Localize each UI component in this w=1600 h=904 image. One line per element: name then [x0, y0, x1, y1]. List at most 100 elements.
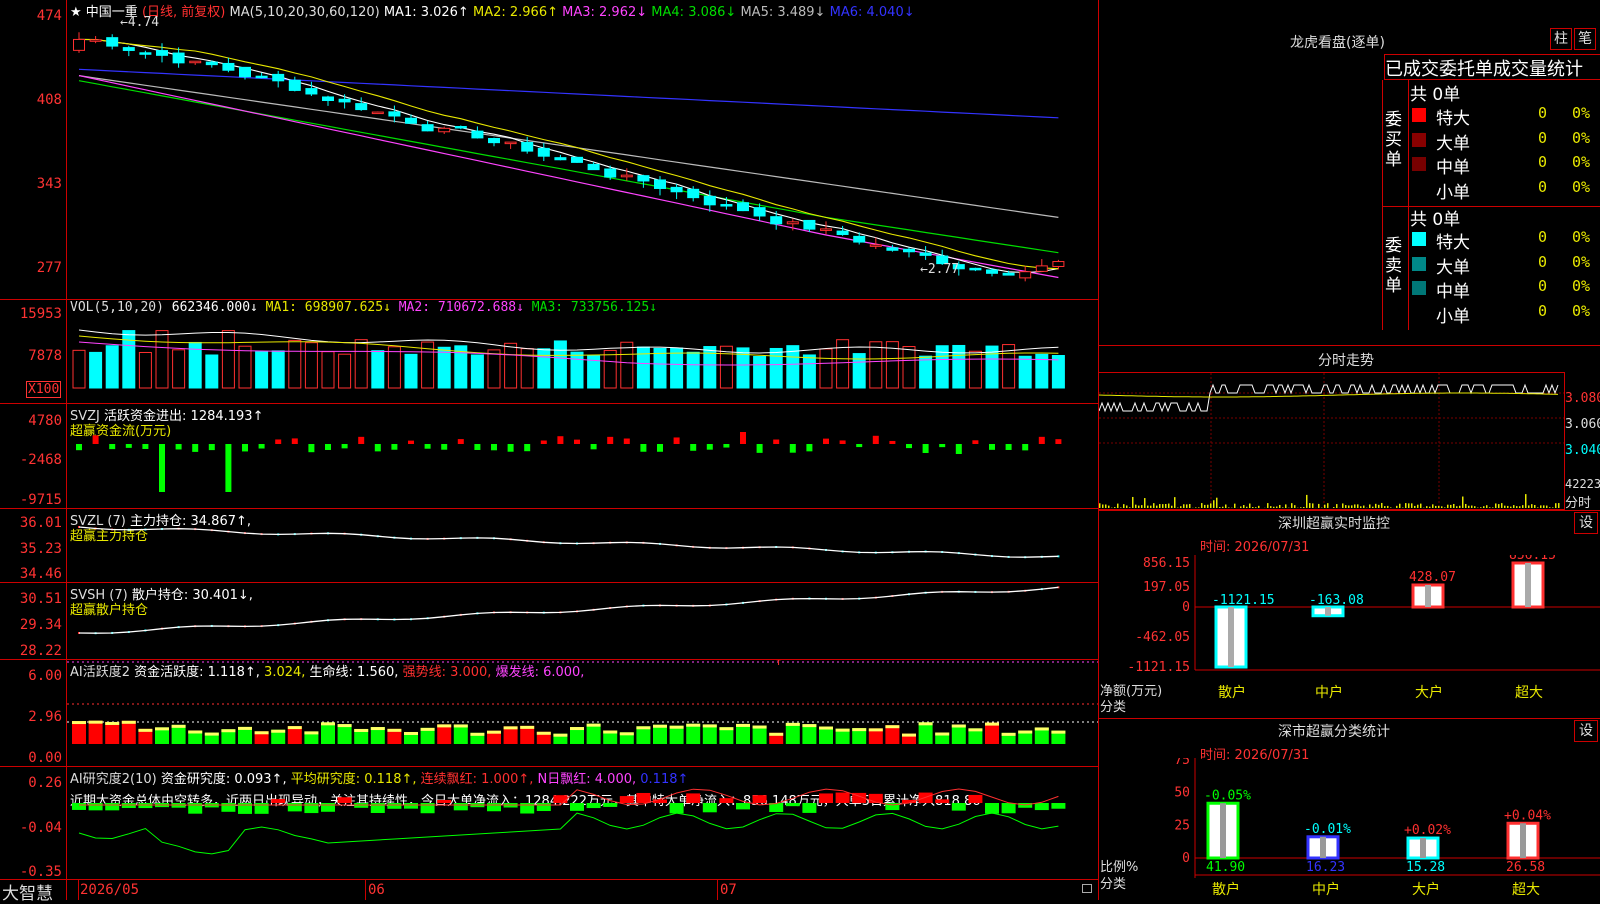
candle-body — [240, 67, 251, 76]
activity-cap — [719, 727, 733, 730]
cls-settings-button[interactable]: 设 — [1574, 720, 1598, 742]
intraday-vol-bar — [1525, 494, 1527, 508]
svzj-ytick-1: 4780 — [0, 413, 62, 429]
intraday-vol-bar — [1291, 503, 1293, 508]
candlestick-chart[interactable] — [67, 0, 1098, 299]
volume-bar — [870, 342, 882, 388]
sell-row-pct: 0% — [1572, 228, 1590, 246]
intraday-vol-bar — [1273, 507, 1275, 508]
intraday-vol-bar — [1474, 506, 1476, 508]
candle-body — [555, 158, 566, 160]
sz-bar-shade — [1425, 585, 1431, 607]
intraday-vol-bar — [1450, 505, 1452, 508]
candle-body — [688, 189, 699, 197]
candle-body — [1020, 272, 1031, 278]
vol-ytick-1: 15953 — [0, 306, 62, 322]
volume-bar — [272, 351, 284, 388]
cls-bar-shade — [1520, 823, 1526, 858]
activity-cap — [454, 724, 468, 727]
activity-cap — [786, 723, 800, 726]
intraday-vol-bar — [1102, 504, 1104, 508]
activity-cap — [1051, 731, 1065, 734]
cls-ytick: 0 — [1182, 851, 1190, 866]
activity-cap — [487, 731, 501, 734]
intraday-vol-bar — [1420, 504, 1422, 508]
buy-row-value: 0 — [1538, 178, 1547, 196]
flow-bar — [342, 444, 348, 448]
pen-mode-button[interactable]: 笔 — [1574, 28, 1596, 50]
intraday-vol-bar — [1156, 506, 1158, 508]
candle-body — [406, 118, 417, 123]
cls-value-label: 26.58 — [1506, 860, 1545, 875]
intraday-vol-bar — [1249, 504, 1251, 508]
fund-flow-chart[interactable] — [67, 404, 1098, 508]
intraday-price-2: 3.060 — [1565, 417, 1600, 432]
buy-color-swatch — [1412, 133, 1426, 147]
lock-icon[interactable] — [1082, 884, 1092, 893]
candle-body — [339, 99, 350, 102]
flow-bar — [607, 437, 613, 444]
flow-bar — [474, 444, 480, 450]
activity-cap — [736, 724, 750, 727]
bar-mode-button[interactable]: 柱 — [1550, 28, 1572, 50]
flow-bar — [1055, 439, 1061, 444]
cls-category-label: 中户 — [1312, 881, 1340, 898]
volume-chart[interactable] — [67, 300, 1098, 403]
cls-ratio-chart[interactable]: 7550250-0.05%41.90散户-0.01%16.23中户+0.02%1… — [1098, 758, 1600, 900]
ai-research-chart[interactable] — [67, 767, 1098, 879]
ai-activity-chart[interactable]: ↑ — [67, 660, 1098, 766]
intraday-vol-bar — [1513, 505, 1515, 508]
research-bar — [537, 803, 551, 811]
cls-top-divider — [1098, 718, 1600, 719]
vol-unit-button[interactable]: X100 — [26, 381, 61, 398]
flow-bar — [657, 444, 663, 452]
research-bar — [952, 803, 966, 811]
retail-position-chart[interactable] — [67, 583, 1098, 659]
activity-cap — [255, 731, 269, 734]
activity-cap — [537, 732, 551, 735]
activity-cap — [919, 722, 933, 725]
flow-bar — [159, 444, 165, 492]
ma-line — [79, 76, 1058, 218]
research-green-line — [79, 813, 1058, 854]
candle-body — [605, 169, 616, 177]
sell-row-value: 0 — [1538, 228, 1547, 246]
cls-ytick: 25 — [1174, 818, 1190, 833]
research-bar — [620, 796, 634, 803]
activity-cap — [587, 724, 601, 727]
candle-body — [738, 203, 749, 211]
activity-bar — [587, 724, 601, 744]
intraday-vol-bar — [1219, 507, 1221, 508]
intraday-vol-bar — [1252, 507, 1254, 508]
activity-cap — [703, 724, 717, 727]
activity-cap — [338, 724, 352, 727]
candle-body — [870, 245, 881, 247]
main-force-position-chart[interactable] — [67, 509, 1098, 582]
volume-bar — [554, 341, 566, 388]
intraday-vol-bar — [1531, 504, 1533, 508]
activity-bar — [786, 723, 800, 744]
intraday-vol-bar — [1165, 504, 1167, 508]
activity-cap — [271, 730, 285, 733]
intraday-vol-bar — [1258, 506, 1260, 508]
research-red-line — [79, 789, 1058, 805]
intraday-label: 分时 — [1565, 492, 1591, 511]
intraday-chart[interactable] — [1099, 373, 1564, 508]
activity-cap — [470, 733, 484, 736]
candle-body — [356, 104, 367, 110]
svzl-ytick-3: 34.46 — [0, 566, 62, 582]
intraday-vol-bar — [1228, 507, 1230, 508]
sz-net-amount-chart[interactable]: 856.15197.050-462.05-1121.15-1121.15散户-1… — [1098, 555, 1600, 715]
cls-ytick: 75 — [1174, 758, 1190, 768]
activity-cap — [520, 726, 534, 729]
activity-cap — [670, 726, 684, 729]
sz-settings-button[interactable]: 设 — [1574, 512, 1598, 534]
ai1-ytick-1: 6.00 — [0, 668, 62, 684]
activity-bar — [105, 722, 119, 744]
buy-row: 大单00% — [1410, 129, 1600, 151]
flow-bar — [308, 444, 314, 452]
flow-bar — [176, 444, 182, 449]
flow-bar — [939, 444, 945, 447]
research-bar — [72, 803, 86, 810]
brand-logo: 大智慧 — [2, 879, 53, 904]
